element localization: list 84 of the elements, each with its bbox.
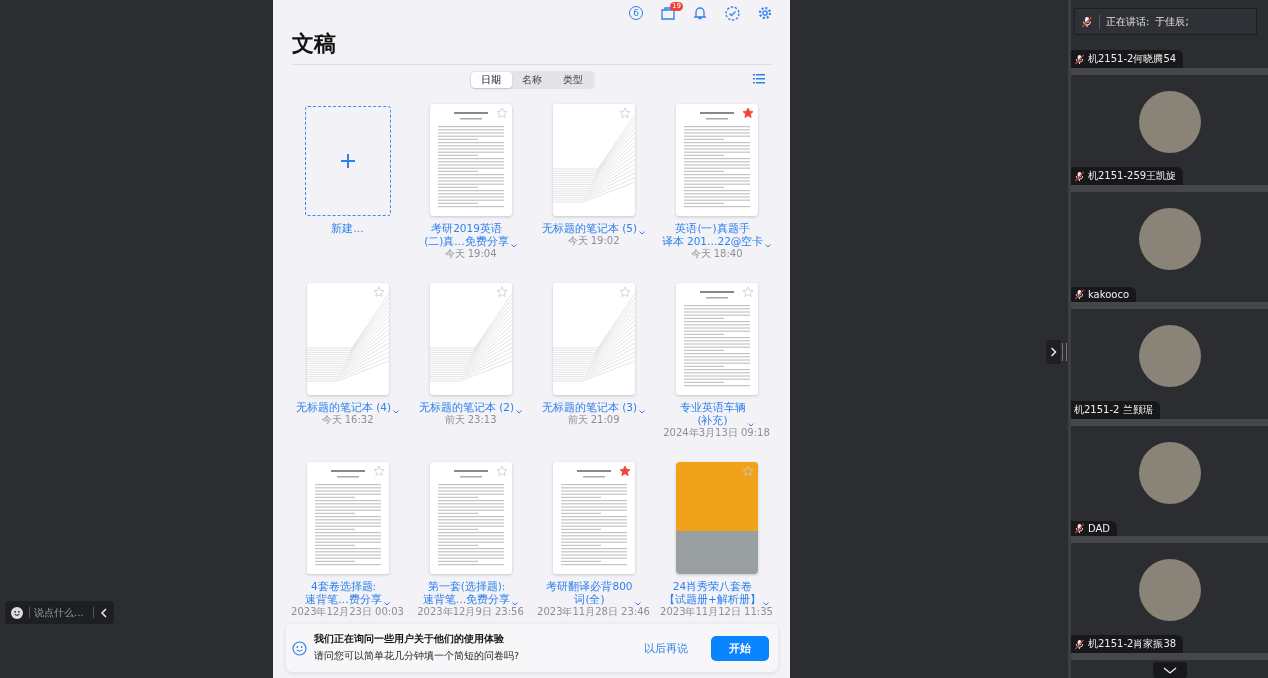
- star-icon[interactable]: [372, 286, 385, 298]
- document-date: 前天 21:09: [567, 414, 620, 426]
- muted-mic-icon: [1081, 15, 1093, 28]
- document-title[interactable]: 英语(一)真题手 译本 201…22@空卡: [661, 222, 764, 248]
- participant-name: 机2151-2肖家振38: [1088, 637, 1177, 651]
- document-title[interactable]: 考研2019英语 (二)真…免费分享: [424, 222, 509, 248]
- star-icon[interactable]: [741, 465, 754, 477]
- page-title: 文稿: [292, 29, 772, 65]
- document-title[interactable]: 无标题的笔记本 (4): [295, 401, 392, 414]
- chevron-down-icon[interactable]: [765, 244, 772, 248]
- document-date: 今天 19:04: [444, 248, 497, 260]
- document-date: 今天 18:40: [690, 248, 743, 260]
- sort-tab[interactable]: 名称: [511, 72, 553, 88]
- document-title[interactable]: 第一套(选择题): 速背笔…免费分享: [422, 580, 511, 606]
- star-icon[interactable]: [618, 465, 631, 477]
- document-title[interactable]: 专业英语车辆 (补充): [679, 401, 746, 427]
- document-date: 今天 19:02: [567, 235, 620, 247]
- expand-button[interactable]: [1046, 340, 1060, 364]
- star-icon[interactable]: [372, 465, 385, 477]
- chevron-down-icon[interactable]: [512, 602, 519, 606]
- muted-mic-icon: [1074, 53, 1085, 65]
- star-icon[interactable]: [495, 465, 508, 477]
- document-title[interactable]: 新建...: [331, 222, 364, 235]
- star-icon[interactable]: [618, 107, 631, 119]
- document-title[interactable]: 考研翻译必背800 词(全): [546, 580, 633, 606]
- speaker-name: 于佳辰;: [1155, 14, 1189, 29]
- participant-name: 机2151-2何晓腾54: [1088, 52, 1177, 66]
- document-date: 前天 23:13: [444, 414, 497, 426]
- muted-mic-icon: [1074, 170, 1085, 182]
- speaking-label: 正在讲话:: [1106, 14, 1150, 29]
- later-link[interactable]: 以后再说: [644, 640, 688, 656]
- document-title[interactable]: 24肖秀荣八套卷 【试题册+解析册】: [664, 580, 761, 606]
- sort-tab[interactable]: 类型: [552, 72, 594, 88]
- star-icon[interactable]: [741, 286, 754, 298]
- chevron-right-icon: [1049, 347, 1057, 357]
- chevron-down-icon[interactable]: [634, 602, 641, 606]
- muted-mic-icon: [1074, 523, 1085, 534]
- survey-heading: 我们正在询问一些用户关于他们的使用体验: [314, 633, 505, 646]
- document-title[interactable]: 无标题的笔记本 (5): [541, 222, 638, 235]
- chevron-down-icon[interactable]: [516, 410, 523, 414]
- drag-handle[interactable]: [1062, 343, 1067, 361]
- chevron-down-icon[interactable]: [762, 602, 769, 606]
- plus-icon: [340, 154, 355, 168]
- document-date: 2023年11月12日 11:35: [660, 606, 773, 618]
- star-icon[interactable]: [495, 107, 508, 119]
- smiley-icon[interactable]: [11, 606, 23, 619]
- document-date: 今天 16:32: [321, 414, 374, 426]
- document-title[interactable]: 无标题的笔记本 (3): [541, 401, 638, 414]
- document-date: 2023年12月23日 00:03: [291, 606, 404, 618]
- participant-name: kakooco: [1088, 289, 1130, 300]
- inbox-icon[interactable]: [661, 6, 675, 20]
- participant-name: 机2151-259王凯旋: [1088, 169, 1177, 183]
- sort-tab[interactable]: 日期: [470, 72, 512, 88]
- list-view-icon[interactable]: [753, 74, 765, 84]
- survey-question: 请问您可以简单花几分钟填一个简短的问卷吗?: [314, 650, 521, 663]
- document-date: 2023年11月28日 23:46: [537, 606, 650, 618]
- star-icon[interactable]: [741, 107, 754, 119]
- participant-name: DAD: [1088, 523, 1111, 534]
- chat-input-field[interactable]: 说点什么...: [29, 607, 94, 618]
- smiley-icon: [292, 640, 307, 656]
- bell-icon[interactable]: [693, 6, 707, 20]
- new-document-button[interactable]: [304, 106, 391, 216]
- chevron-left-icon[interactable]: [100, 607, 108, 618]
- check-circle-icon[interactable]: [725, 5, 740, 21]
- chat-bar[interactable]: 说点什么...: [5, 601, 114, 624]
- chevron-down-icon[interactable]: [383, 602, 390, 606]
- star-icon[interactable]: [618, 286, 631, 298]
- chevron-down-icon[interactable]: [393, 410, 400, 414]
- settings-icon[interactable]: [758, 6, 772, 20]
- star-icon[interactable]: [495, 286, 508, 298]
- muted-mic-icon: [1074, 289, 1085, 300]
- start-button[interactable]: 开始: [711, 635, 769, 661]
- chevron-down-icon[interactable]: [639, 410, 646, 414]
- muted-mic-icon: [1074, 638, 1085, 650]
- chevron-down-icon[interactable]: [639, 231, 646, 235]
- document-title[interactable]: 无标题的笔记本 (2): [418, 401, 515, 414]
- document-title[interactable]: 4套卷选择题: 速背笔…费分享: [305, 580, 382, 606]
- chevron-down-icon[interactable]: [510, 244, 517, 248]
- chevron-down-icon[interactable]: [747, 423, 754, 427]
- document-date: 2024年3月13日 09:18: [663, 427, 770, 439]
- participant-name: 机2151-2 兰颢琚: [1074, 403, 1153, 417]
- scroll-down-button[interactable]: [1152, 662, 1187, 678]
- document-date: 2023年12月9日 23:56: [417, 606, 524, 618]
- chevron-down-icon: [1162, 666, 1177, 674]
